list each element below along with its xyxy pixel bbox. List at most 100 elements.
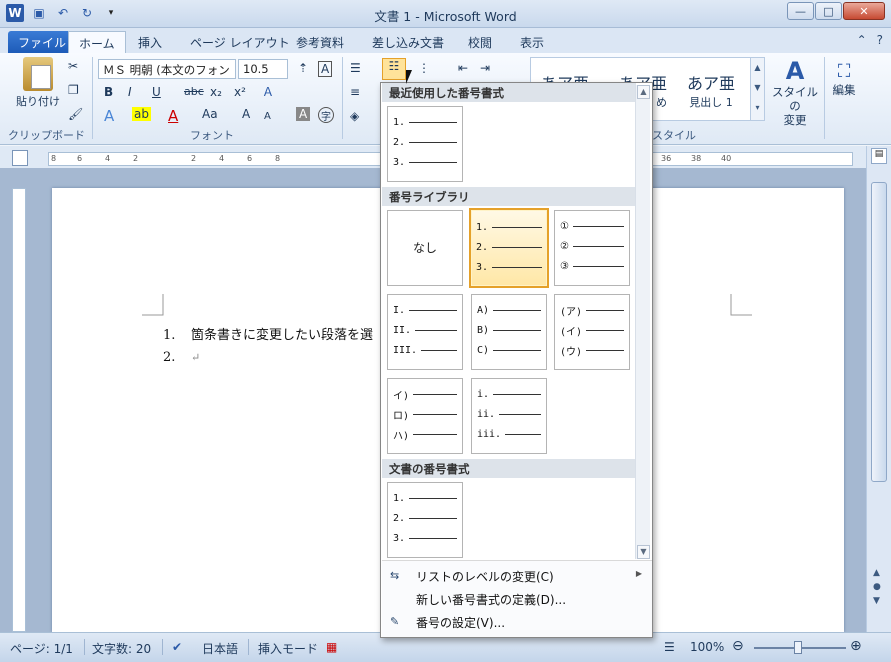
tab-insert[interactable]: 挿入 — [128, 31, 172, 53]
number-library-header: 番号ライブラリ — [382, 187, 636, 206]
clipboard-icon — [23, 57, 53, 91]
browse-object-icons[interactable]: ▲ ● ▼ — [873, 566, 881, 608]
zoom-in-icon[interactable]: ⊕ — [850, 638, 862, 654]
format-label: 2. — [393, 512, 406, 524]
strikethrough-button[interactable]: abc — [184, 85, 204, 98]
number-format-iroha[interactable]: イ) ロ) ハ) — [387, 378, 463, 454]
zoom-out-icon[interactable]: ⊖ — [732, 638, 744, 654]
edit-button[interactable]: ⛶ 編集 — [828, 61, 860, 98]
status-separator — [84, 639, 85, 655]
format-label: 3. — [393, 156, 406, 168]
enclose-char-icon[interactable]: 字 — [318, 107, 334, 123]
recent-number-format[interactable]: 1. 2. 3. — [387, 106, 463, 182]
dropdown-scrollbar[interactable]: ▲ ▼ — [635, 85, 650, 559]
multilevel-list-icon[interactable]: ⋮ — [418, 61, 430, 75]
bold-button[interactable]: B — [104, 85, 113, 99]
superscript-button[interactable]: x² — [234, 85, 246, 99]
increase-indent-icon[interactable]: ⇥ — [480, 61, 490, 75]
number-format-katakana-paren[interactable]: (ア) (イ) (ウ) — [554, 294, 630, 370]
set-numbering-value-item[interactable]: ✎ 番号の設定(V)... — [382, 611, 652, 633]
list-item[interactable]: 2. ↵ — [163, 350, 200, 365]
list-number: 2. — [163, 350, 176, 365]
zoom-slider[interactable] — [754, 641, 846, 654]
tab-page-layout[interactable]: ページ レイアウト — [180, 31, 300, 53]
grow-font-button[interactable]: A — [242, 107, 250, 121]
group-separator — [92, 57, 93, 139]
char-shading-icon[interactable]: A — [296, 107, 311, 121]
tab-selector[interactable] — [12, 150, 28, 166]
format-label: 3. — [393, 532, 406, 544]
change-case-button[interactable]: Aa — [202, 107, 218, 121]
define-new-number-format-item[interactable]: 新しい番号書式の定義(D)... — [382, 588, 652, 610]
change-styles-icon: A — [785, 57, 805, 85]
bullets-icon[interactable]: ☰ — [350, 61, 361, 75]
style-item-heading1[interactable]: あア亜 見出し 1 — [687, 70, 735, 110]
numbering-button[interactable]: ☷ — [382, 58, 406, 80]
page-count[interactable]: ページ: 1/1 — [10, 640, 73, 657]
word-count[interactable]: 文字数: 20 — [92, 640, 151, 657]
tab-home[interactable]: ホーム — [68, 31, 126, 53]
proofing-icon[interactable]: ✔ — [172, 640, 182, 654]
document-number-format[interactable]: 1. 2. 3. — [387, 482, 463, 558]
cut-icon[interactable]: ✂ — [68, 59, 78, 73]
font-name-select[interactable]: ＭＳ 明朝 (本文のフォン — [98, 59, 236, 79]
number-format-alpha-upper[interactable]: A) B) C) — [471, 294, 547, 370]
font-grow-icon[interactable]: ⇡ — [298, 61, 308, 75]
change-list-level-item[interactable]: ⇆ リストのレベルの変更(C) ▶ — [382, 565, 652, 587]
insert-mode[interactable]: 挿入モード — [258, 640, 318, 657]
list-item[interactable]: 1. 箇条書きに変更したい段落を選 — [163, 324, 373, 343]
subscript-button[interactable]: x₂ — [210, 85, 222, 99]
scroll-thumb[interactable] — [871, 182, 887, 482]
help-icon[interactable]: ? — [877, 33, 883, 47]
tab-review[interactable]: 校閲 — [458, 31, 502, 53]
number-format-roman-upper[interactable]: I. II. III. — [387, 294, 463, 370]
font-size-select[interactable]: 10.5 — [238, 59, 288, 79]
copy-icon[interactable]: ❐ — [68, 83, 79, 97]
tab-view[interactable]: 表示 — [510, 31, 554, 53]
number-format-circled[interactable]: ① ② ③ — [554, 210, 630, 286]
minimize-ribbon-icon[interactable]: ⌃ — [857, 33, 867, 47]
highlight-icon[interactable]: ab — [132, 107, 151, 121]
minimize-button[interactable]: — — [787, 2, 814, 20]
font-color-button[interactable]: A — [168, 107, 178, 125]
close-button[interactable]: ✕ — [843, 2, 885, 20]
format-painter-icon[interactable]: 🖌 — [68, 107, 83, 121]
tab-file[interactable]: ファイル — [8, 31, 77, 53]
text-effect-icon[interactable]: A — [104, 107, 114, 125]
decrease-indent-icon[interactable]: ⇤ — [458, 61, 468, 75]
draft-view-icon[interactable]: ☰ — [664, 640, 675, 654]
macro-record-icon[interactable]: ▦ — [326, 640, 337, 654]
zoom-level[interactable]: 100% — [690, 640, 724, 654]
format-label: iii. — [477, 428, 502, 440]
vertical-scrollbar[interactable]: ▤ ▲ ● ▼ — [866, 146, 891, 632]
change-styles-button[interactable]: A スタイルの 変更 — [768, 57, 822, 127]
view-ruler-icon[interactable]: ▤ — [871, 148, 887, 164]
format-label: I. — [393, 304, 406, 316]
window-controls: — □ ✕ — [787, 2, 885, 20]
char-border-icon[interactable]: A — [318, 61, 333, 77]
paste-button[interactable]: 貼り付け — [16, 57, 60, 109]
format-label: (ア) — [560, 306, 583, 318]
format-label: B) — [477, 324, 490, 336]
tab-mailings[interactable]: 差し込み文書 — [362, 31, 454, 53]
underline-button[interactable]: U — [152, 85, 161, 99]
scroll-down-arrow[interactable]: ▼ — [637, 545, 650, 559]
format-label: III. — [393, 344, 418, 356]
language-status[interactable]: 日本語 — [202, 640, 238, 657]
scroll-up-arrow[interactable]: ▲ — [637, 85, 650, 99]
format-label: II. — [393, 324, 412, 336]
shrink-font-button[interactable]: A — [264, 111, 271, 122]
maximize-button[interactable]: □ — [815, 2, 842, 20]
italic-button[interactable]: I — [128, 85, 132, 99]
number-format-arabic[interactable]: 1. 2. 3. — [469, 208, 549, 288]
clear-format-icon[interactable]: Ａ — [262, 83, 274, 100]
shading-icon[interactable]: ◈ — [350, 109, 359, 123]
number-format-roman-lower[interactable]: i. ii. iii. — [471, 378, 547, 454]
gallery-scroll[interactable]: ▲ ▼ ▾ — [750, 58, 764, 120]
format-label: 2. — [393, 136, 406, 148]
tab-references[interactable]: 参考資料 — [286, 31, 354, 53]
align-left-icon[interactable]: ≡ — [350, 85, 360, 99]
list-text: 箇条書きに変更したい段落を選 — [191, 328, 374, 343]
number-format-none[interactable]: なし — [387, 210, 463, 286]
zoom-slider-thumb[interactable] — [794, 641, 802, 654]
